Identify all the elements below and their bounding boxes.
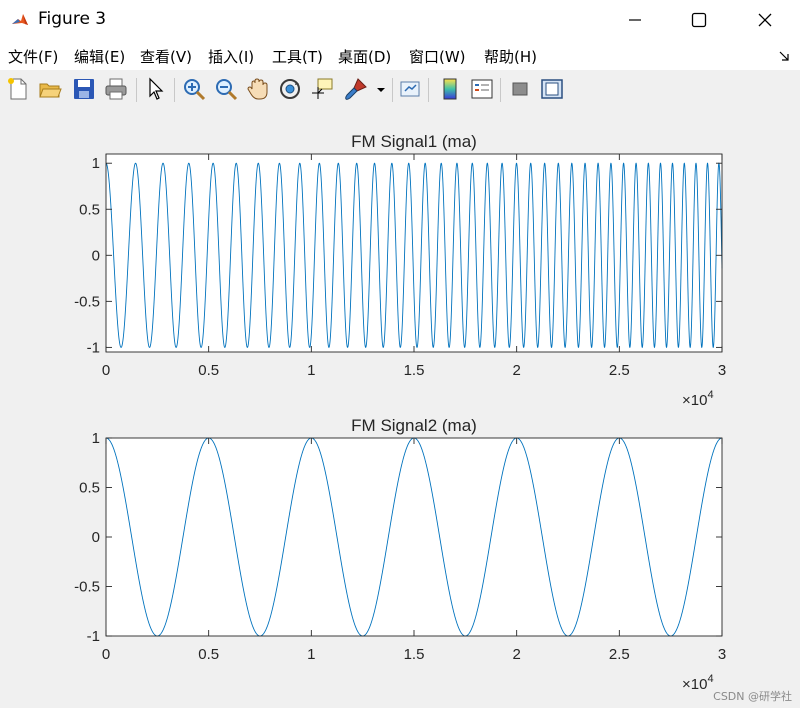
menu-window[interactable]: 窗口(W): [409, 46, 466, 67]
link-plot-icon[interactable]: [398, 77, 422, 101]
y-tick-label: -0.5: [74, 579, 100, 596]
y-tick-label: -0.5: [74, 293, 100, 310]
plot-title: FM Signal2 (ma): [351, 416, 477, 435]
y-tick-label: 0: [92, 529, 100, 546]
zoom-in-icon[interactable]: [182, 77, 206, 101]
open-file-icon[interactable]: [38, 77, 62, 101]
x-tick-label: 3: [718, 646, 726, 663]
axes-2: 0 0.5 1 1.5 2 2.5 3 -1 -0.5 0 0.5 1 FM Signal2 (ma) ×…: [74, 416, 726, 693]
x-tick-label: 2.5: [609, 362, 630, 379]
minimize-icon: [629, 19, 641, 21]
menu-help[interactable]: 帮助(H): [484, 46, 537, 67]
axes-1: 0 0.5 1 1.5 2 2.5 3 -1 -0.5 0 0.5 1 FM Signal1 (ma) ×…: [74, 132, 726, 409]
x-tick-label: 2: [512, 362, 520, 379]
x-tick-label: 0.5: [198, 646, 219, 663]
watermark: CSDN @研学社: [713, 690, 792, 703]
x-tick-label: 0.5: [198, 362, 219, 379]
brush-dropdown-icon[interactable]: [374, 77, 388, 101]
brush-icon[interactable]: [344, 77, 368, 101]
toolbar-separator: [174, 78, 175, 102]
insert-colorbar-icon[interactable]: [438, 77, 462, 101]
new-figure-icon[interactable]: [6, 77, 30, 101]
axes-background: [106, 438, 722, 636]
close-button[interactable]: [742, 0, 788, 40]
x-tick-label: 3: [718, 362, 726, 379]
y-tick-label: -1: [87, 628, 100, 645]
window-title: Figure 3: [38, 9, 107, 29]
plot-title: FM Signal1 (ma): [351, 132, 477, 151]
x-exponent-label: ×104: [682, 673, 714, 693]
y-tick-label: 0.5: [79, 480, 100, 497]
matlab-icon: [10, 10, 30, 30]
insert-legend-icon[interactable]: [470, 77, 494, 101]
dock-arrow-icon[interactable]: [778, 50, 790, 62]
figure-canvas: 0 0.5 1 1.5 2 2.5 3 -1 -0.5 0 0.5 1 FM Signal1 (ma) ×…: [0, 108, 800, 708]
window-titlebar[interactable]: Figure 3: [0, 0, 800, 40]
x-tick-label: 1: [307, 362, 315, 379]
y-tick-label: -1: [87, 339, 100, 356]
menu-tools[interactable]: 工具(T): [272, 46, 323, 67]
edit-plot-arrow-icon[interactable]: [144, 77, 168, 101]
show-plot-tools-icon[interactable]: [540, 77, 564, 101]
menu-edit[interactable]: 编辑(E): [74, 46, 125, 67]
toolbar-separator: [500, 78, 501, 102]
minimize-button[interactable]: [612, 0, 658, 40]
x-tick-label: 0: [102, 362, 110, 379]
pan-hand-icon[interactable]: [246, 77, 270, 101]
menu-file[interactable]: 文件(F): [8, 46, 58, 67]
data-cursor-icon[interactable]: [310, 77, 334, 101]
hide-plot-tools-icon[interactable]: [508, 77, 532, 101]
print-icon[interactable]: [104, 77, 128, 101]
toolbar-separator: [136, 78, 137, 102]
menu-insert[interactable]: 插入(I): [208, 46, 254, 67]
x-tick-label: 2.5: [609, 646, 630, 663]
y-tick-label: 1: [92, 155, 100, 172]
x-exponent-label: ×104: [682, 389, 714, 409]
rotate-3d-icon[interactable]: [278, 77, 302, 101]
maximize-button[interactable]: [676, 0, 722, 40]
save-icon[interactable]: [72, 77, 96, 101]
maximize-icon: [691, 12, 707, 28]
x-tick-label: 1: [307, 646, 315, 663]
menu-view[interactable]: 查看(V): [140, 46, 192, 67]
figure-toolbar: [0, 70, 800, 109]
menu-desktop[interactable]: 桌面(D): [338, 46, 391, 67]
close-icon: [758, 13, 772, 27]
x-tick-label: 1.5: [404, 646, 425, 663]
y-tick-label: 0: [92, 247, 100, 264]
menu-bar: 文件(F) 编辑(E) 查看(V) 插入(I) 工具(T) 桌面(D) 窗口(W…: [0, 40, 800, 70]
y-tick-label: 1: [92, 430, 100, 447]
x-tick-label: 1.5: [404, 362, 425, 379]
plots-svg: 0 0.5 1 1.5 2 2.5 3 -1 -0.5 0 0.5 1 FM Signal1 (ma) ×…: [74, 132, 726, 693]
x-tick-label: 2: [512, 646, 520, 663]
toolbar-separator: [428, 78, 429, 102]
x-tick-label: 0: [102, 646, 110, 663]
toolbar-separator: [392, 78, 393, 102]
y-tick-label: 0.5: [79, 201, 100, 218]
zoom-out-icon[interactable]: [214, 77, 238, 101]
